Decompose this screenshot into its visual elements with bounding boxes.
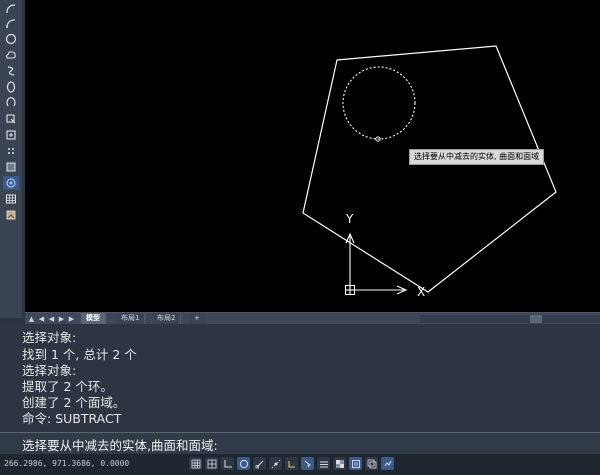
ucs-y-label: Y	[345, 212, 354, 226]
scrollbar-thumb[interactable]	[530, 315, 542, 323]
selection-cycling-icon[interactable]	[365, 457, 378, 470]
drawing-canvas[interactable]: Y X 选择要从中减去的实体, 曲面和面域	[25, 0, 600, 312]
quick-properties-icon[interactable]	[349, 457, 362, 470]
snap-icon[interactable]	[205, 457, 218, 470]
ortho-icon[interactable]	[221, 457, 234, 470]
ucs-icon	[344, 232, 408, 296]
add-layout-tab-button[interactable]: +	[189, 313, 205, 324]
command-history: 选择对象: 找到 1 个, 总计 2 个 选择对象: 提取了 2 个环。 创建了…	[0, 324, 600, 432]
insert-block-icon[interactable]	[3, 112, 19, 126]
command-line	[0, 432, 600, 455]
dynamic-ucs-icon[interactable]	[285, 457, 298, 470]
grid-icon[interactable]	[189, 457, 202, 470]
region-icon[interactable]	[3, 176, 19, 190]
status-bar: 266.2986, 971.3686, 0.0000	[0, 454, 600, 475]
tab-layout1[interactable]: 布局1	[116, 313, 146, 324]
history-line: 命令: SUBTRACT	[22, 411, 122, 426]
point-icon[interactable]	[3, 144, 19, 158]
object-snap-icon[interactable]	[253, 457, 266, 470]
coordinate-readout: 266.2986, 971.3686, 0.0000	[4, 459, 130, 468]
ellipse-arc-icon[interactable]	[3, 96, 19, 110]
spline-icon[interactable]	[3, 64, 19, 78]
cloud-icon[interactable]	[3, 48, 19, 62]
lineweight-icon[interactable]	[317, 457, 330, 470]
tab-model[interactable]: 模型	[81, 313, 106, 324]
horizontal-scrollbar[interactable]	[420, 315, 600, 323]
transparency-icon[interactable]	[333, 457, 346, 470]
selection-prompt-tooltip: 选择要从中减去的实体, 曲面和面域	[409, 149, 545, 165]
ucs-x-label: X	[417, 285, 425, 299]
circle-icon[interactable]	[3, 32, 19, 46]
dashed-circle-region[interactable]	[342, 66, 416, 140]
snap-tracking-icon[interactable]	[269, 457, 282, 470]
command-input[interactable]	[22, 435, 582, 453]
dynamic-input-icon[interactable]	[301, 457, 314, 470]
pentagon-region[interactable]	[302, 45, 557, 293]
image-icon[interactable]	[3, 208, 19, 222]
hatch-icon[interactable]	[3, 160, 19, 174]
ellipse-icon[interactable]	[3, 80, 19, 94]
arc-icon[interactable]	[3, 16, 19, 30]
create-block-icon[interactable]	[3, 128, 19, 142]
annotation-monitor-icon[interactable]	[381, 457, 394, 470]
table-icon[interactable]	[3, 192, 19, 206]
arc-icon[interactable]	[3, 2, 19, 16]
draw-toolbar	[0, 0, 23, 318]
polar-tracking-icon[interactable]	[237, 457, 250, 470]
tab-layout2[interactable]: 布局2	[152, 313, 182, 324]
